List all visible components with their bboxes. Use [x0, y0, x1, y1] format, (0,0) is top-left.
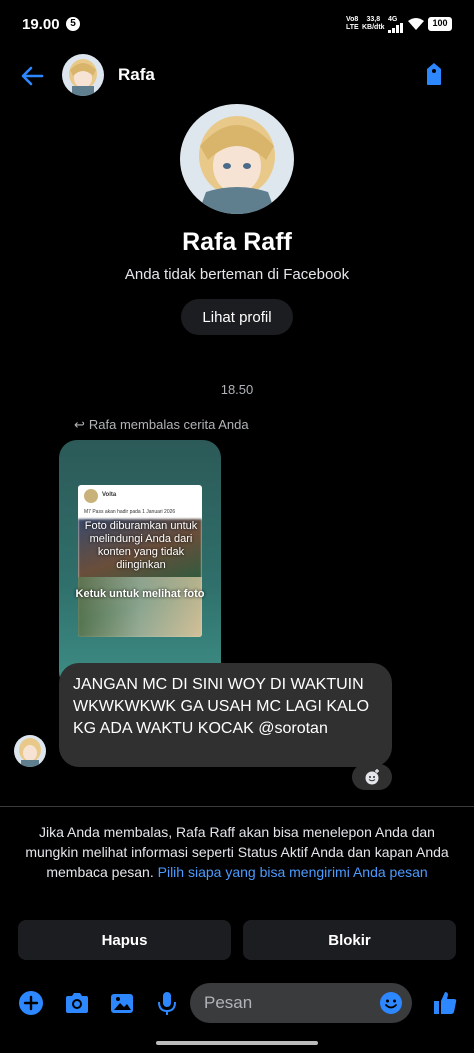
signal-icon: [388, 23, 403, 33]
wifi-icon: [408, 18, 424, 30]
block-button[interactable]: Blokir: [243, 920, 456, 960]
thumbs-up-icon[interactable]: [430, 988, 460, 1018]
story-reply-card[interactable]: Volta M7 Pass akan hadir pada 1 Januari …: [59, 440, 221, 690]
add-reaction-button[interactable]: [352, 764, 392, 790]
message-input[interactable]: [204, 983, 374, 1023]
anime-avatar-icon: [180, 104, 294, 214]
profile-avatar[interactable]: [180, 104, 294, 214]
volte-indicator: Vo8 LTE: [346, 16, 359, 31]
home-indicator: [156, 1041, 318, 1045]
poster-name: Volta: [102, 492, 117, 498]
poster-avatar: [84, 489, 98, 503]
emoji-icon[interactable]: [378, 990, 404, 1016]
anime-avatar-icon: [62, 54, 104, 96]
avatar[interactable]: [14, 735, 46, 767]
privacy-settings-link[interactable]: Pilih siapa yang bisa mengirimi Anda pes…: [158, 864, 428, 880]
message-bubble[interactable]: JANGAN MC DI SINI WOY DI WAKTUIN WKWKWKW…: [59, 663, 392, 767]
story-reply-note: ↩ Rafa membalas cerita Anda: [74, 417, 249, 433]
reply-note-text: Rafa membalas cerita Anda: [88, 417, 249, 432]
tag-icon[interactable]: [420, 60, 448, 88]
friendship-status: Anda tidak berteman di Facebook: [124, 266, 350, 283]
blur-warning-text: Foto diburamkan untuk melindungi Anda da…: [84, 520, 198, 571]
status-time: 19.00: [22, 16, 60, 33]
contact-name[interactable]: Rafa: [118, 65, 155, 85]
message-request-notice: Jika Anda membalas, Rafa Raff akan bisa …: [16, 822, 458, 882]
network-speed: 33,8 KB/dtk: [362, 16, 385, 31]
blurred-image-bottom: [78, 577, 202, 637]
anime-avatar-icon: [14, 735, 46, 767]
gallery-icon[interactable]: [107, 988, 137, 1018]
reply-arrow-icon: ↩: [74, 417, 85, 432]
camera-icon[interactable]: [62, 988, 92, 1018]
emoji-add-icon: [365, 769, 379, 785]
battery-indicator: 100: [428, 17, 452, 31]
message-input-container[interactable]: [190, 983, 412, 1023]
view-profile-button[interactable]: Lihat profil: [181, 299, 293, 335]
profile-name: Rafa Raff: [182, 228, 292, 256]
network-type: 4G: [388, 16, 398, 23]
back-arrow-icon[interactable]: [18, 62, 46, 90]
tap-to-view-link[interactable]: Ketuk untuk melihat foto: [69, 588, 211, 600]
microphone-icon[interactable]: [152, 988, 182, 1018]
message-timestamp: 18.50: [220, 382, 254, 397]
divider: [0, 806, 474, 807]
poster-text: M7 Pass akan hadir pada 1 Januari 2026: [84, 509, 176, 515]
notification-count-badge: 5: [66, 17, 80, 31]
plus-icon[interactable]: [16, 988, 46, 1018]
delete-button[interactable]: Hapus: [18, 920, 231, 960]
avatar[interactable]: [62, 54, 104, 96]
status-bar: 19.00 5 Vo8 LTE 33,8 KB/dtk 4G 100: [0, 0, 474, 48]
chat-header: Rafa: [0, 50, 474, 100]
